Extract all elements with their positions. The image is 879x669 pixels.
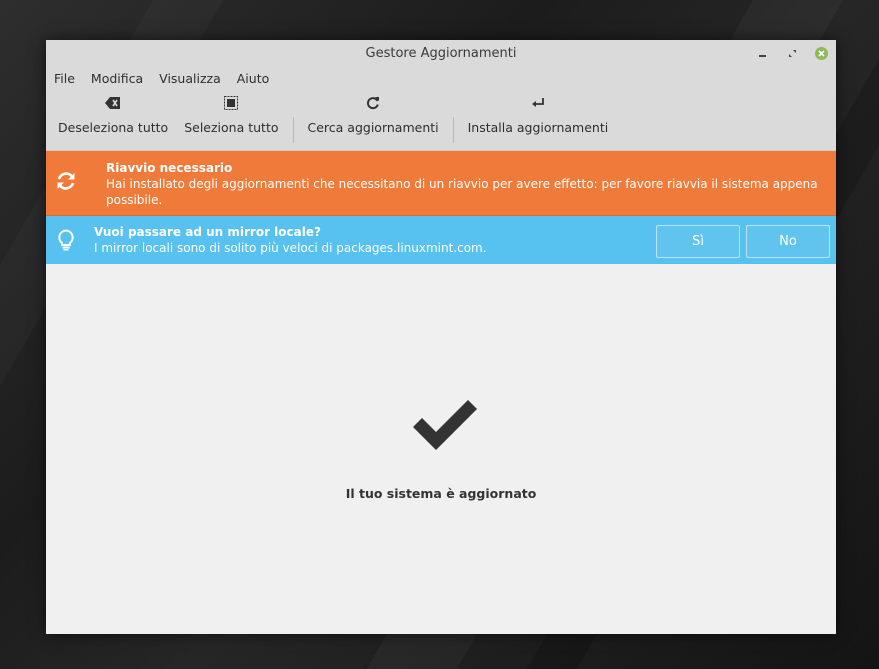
- maximize-button[interactable]: [785, 46, 799, 60]
- menu-edit[interactable]: Modifica: [91, 71, 143, 86]
- toolbar-separator: [292, 117, 294, 143]
- check-updates-label: Cerca aggiornamenti: [307, 120, 439, 135]
- close-button[interactable]: [815, 46, 828, 60]
- mirror-title: Vuoi passare ad un mirror locale?: [94, 225, 321, 239]
- window-title: Gestore Aggiornamenti: [365, 45, 517, 61]
- select-all-button[interactable]: Seleziona tutto: [176, 90, 286, 150]
- mirror-message: I mirror locali sono di solito più veloc…: [94, 241, 487, 255]
- check-updates-button[interactable]: Cerca aggiornamenti: [300, 90, 447, 150]
- restart-title: Riavvio necessario: [106, 161, 233, 175]
- menu-help[interactable]: Aiuto: [237, 71, 270, 86]
- restart-message-block: Riavvio necessario Hai installato degli …: [106, 160, 818, 208]
- close-icon: [818, 49, 825, 57]
- toolbar-separator: [452, 117, 454, 143]
- mirror-message-block: Vuoi passare ad un mirror locale? I mirr…: [94, 224, 487, 256]
- restart-required-infobar: Riavvio necessario Hai installato degli …: [46, 151, 836, 216]
- title-bar[interactable]: Gestore Aggiornamenti: [46, 40, 836, 66]
- local-mirror-infobar: Vuoi passare ad un mirror locale? I mirr…: [46, 216, 836, 264]
- toolbar: Deseleziona tutto Seleziona tutto Cerca …: [46, 90, 836, 151]
- checkmark-icon: [410, 398, 480, 456]
- reboot-icon: [46, 170, 86, 192]
- select-all-label: Seleziona tutto: [184, 120, 279, 135]
- deselect-all-button[interactable]: Deseleziona tutto: [50, 90, 176, 150]
- lightbulb-icon: [46, 229, 86, 251]
- update-manager-window: Gestore Aggiornamenti File Modifica Visu…: [46, 40, 836, 634]
- minimize-icon: [758, 54, 766, 57]
- install-updates-button[interactable]: Installa aggiornamenti: [460, 90, 617, 150]
- menu-view[interactable]: Visualizza: [159, 71, 221, 86]
- restart-message-line1: Hai installato degli aggiornamenti che n…: [106, 177, 818, 191]
- install-updates-label: Installa aggiornamenti: [467, 120, 609, 135]
- enter-icon: [531, 92, 545, 114]
- maximize-icon: [788, 49, 796, 57]
- mirror-no-button[interactable]: No: [746, 225, 830, 258]
- select-all-icon: [224, 92, 239, 114]
- status-panel: Il tuo sistema è aggiornato: [46, 264, 836, 634]
- deselect-all-label: Deseleziona tutto: [58, 120, 169, 135]
- restart-message-line2: possibile.: [106, 193, 163, 207]
- mirror-buttons: Sì No: [656, 225, 830, 258]
- refresh-icon: [366, 92, 380, 114]
- mirror-yes-button[interactable]: Sì: [656, 225, 740, 258]
- menu-bar: File Modifica Visualizza Aiuto: [46, 66, 836, 90]
- backspace-icon: [105, 92, 121, 114]
- status-message: Il tuo sistema è aggiornato: [345, 486, 537, 501]
- window-controls: [755, 40, 828, 66]
- menu-file[interactable]: File: [54, 71, 75, 86]
- minimize-button[interactable]: [755, 46, 769, 60]
